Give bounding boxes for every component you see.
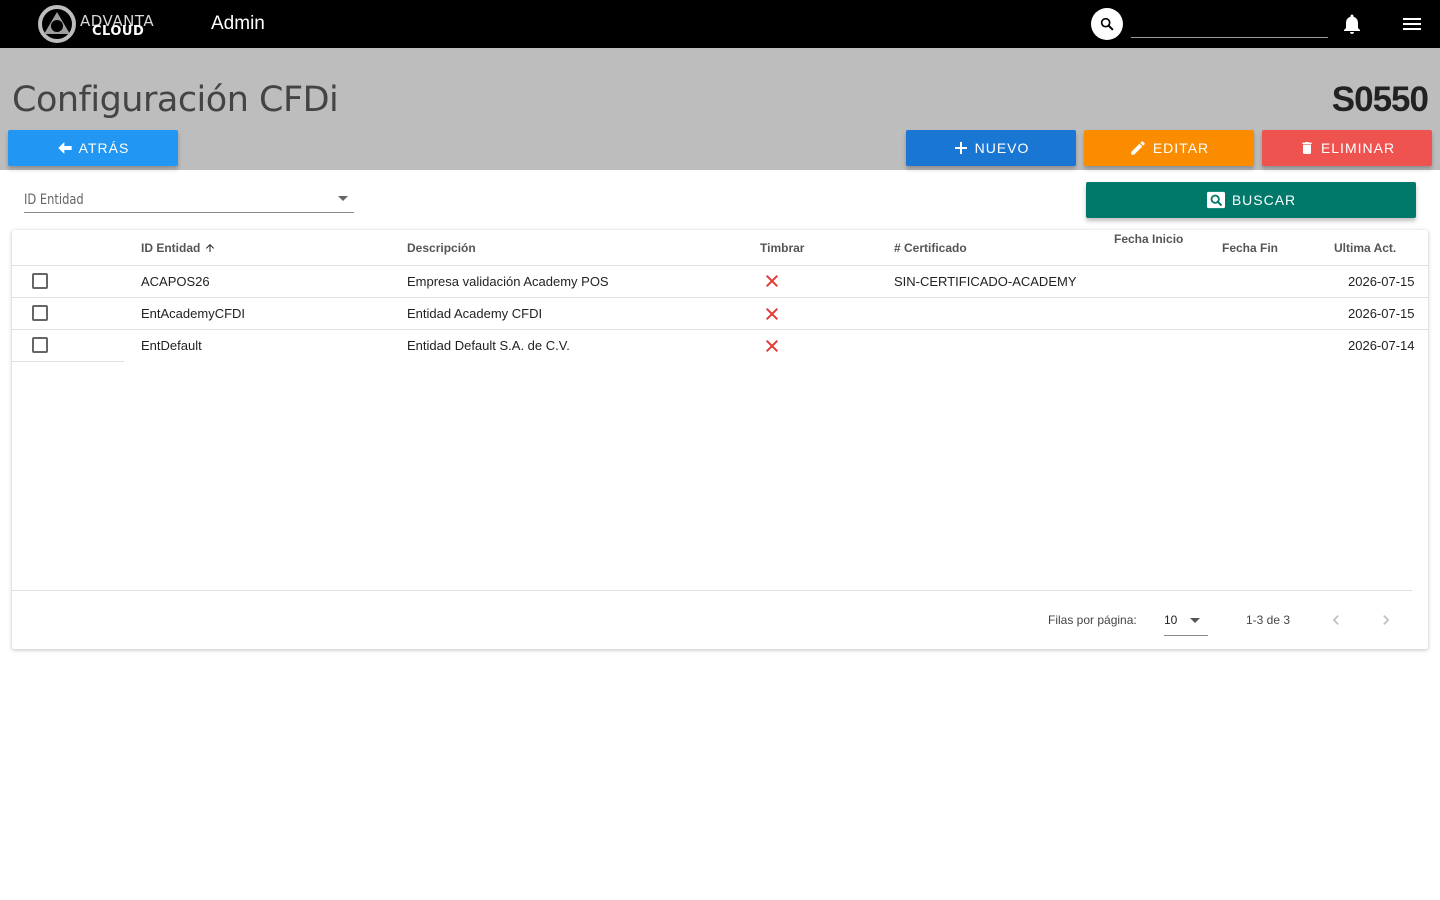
menu-icon[interactable] (1400, 12, 1424, 36)
column-header-label: ID Entidad (141, 241, 201, 255)
page-title: Configuración CFDi (12, 80, 339, 120)
new-button[interactable]: NUEVO (906, 130, 1076, 166)
cell-descripcion: Entidad Default S.A. de C.V. (407, 338, 570, 353)
row-checkbox[interactable] (32, 273, 48, 289)
global-search-input[interactable] (1131, 10, 1328, 38)
rows-per-page-label: Filas por página: (1048, 613, 1137, 627)
cell-descripcion: Entidad Academy CFDI (407, 306, 543, 321)
advanta-logo-icon (38, 5, 76, 43)
column-header-timbrar[interactable]: Timbrar (760, 241, 804, 255)
screen-code: S0550 (1331, 80, 1429, 119)
cell-certificado: SIN-CERTIFICADO-ACADEMY (894, 274, 1077, 289)
cell-descripcion: Empresa validación Academy POS (407, 274, 609, 289)
pencil-icon (1131, 141, 1145, 155)
plus-icon (954, 142, 967, 154)
edit-button-label: EDITAR (1152, 140, 1210, 156)
row-checkbox[interactable] (32, 305, 48, 321)
cell-id-entidad: EntAcademyCFDI (141, 306, 246, 321)
advanta-logo[interactable]: ADVANTA CLOUD (36, 4, 160, 44)
data-table: ID Entidad Descripción Timbrar # Certifi… (12, 230, 1428, 649)
trash-icon (1302, 142, 1312, 154)
column-header-ultima-act[interactable]: Ultima Act. (1334, 241, 1396, 255)
column-header-certificado[interactable]: # Certificado (894, 241, 967, 255)
rows-per-page-value: 10 (1164, 613, 1178, 627)
chevron-left-icon[interactable] (1326, 610, 1346, 630)
edit-button[interactable]: EDITAR (1084, 130, 1254, 166)
chevron-right-icon[interactable] (1376, 610, 1396, 630)
arrow-left-icon (58, 142, 72, 154)
top-app-bar: ADVANTA CLOUD Admin (0, 0, 1440, 48)
delete-button[interactable]: ELIMINAR (1262, 130, 1432, 166)
filter-label: ID Entidad (24, 192, 84, 208)
row-divider (12, 297, 1428, 298)
section-title: Admin (211, 13, 265, 34)
delete-button-label: ELIMINAR (1320, 140, 1396, 156)
new-button-label: NUEVO (974, 140, 1030, 156)
column-header-id-entidad[interactable]: ID Entidad (141, 241, 216, 255)
header-divider (12, 265, 1428, 266)
search-icon (1100, 17, 1114, 31)
column-header-fecha-inicio[interactable]: Fecha Inicio (1114, 232, 1183, 246)
cell-ultima-act: 2026-07-14 (1348, 338, 1415, 353)
cell-id-entidad: ACAPOS26 (141, 274, 210, 289)
column-header-descripcion[interactable]: Descripción (407, 241, 476, 255)
row-divider (12, 361, 124, 362)
search-button[interactable] (1091, 8, 1123, 40)
bell-icon[interactable] (1340, 12, 1364, 36)
sort-ascending-icon (205, 244, 214, 252)
chevron-down-icon (1190, 618, 1200, 623)
footer-divider (12, 590, 1412, 591)
close-icon (765, 307, 779, 321)
rows-per-page-select[interactable]: 10 (1164, 608, 1208, 636)
search-box-icon (1206, 191, 1225, 209)
back-button[interactable]: ATRÁS (8, 130, 178, 166)
close-icon (765, 274, 779, 288)
logo-text-line2: CLOUD (92, 24, 145, 39)
row-checkbox[interactable] (32, 337, 48, 353)
row-divider (12, 329, 1428, 330)
close-icon (765, 339, 779, 353)
buscar-button-label: BUSCAR (1231, 192, 1297, 208)
column-header-fecha-fin[interactable]: Fecha Fin (1222, 241, 1278, 255)
buscar-button[interactable]: BUSCAR (1086, 182, 1416, 218)
back-button-label: ATRÁS (78, 140, 130, 156)
chevron-down-icon (338, 196, 348, 201)
pagination-range: 1-3 de 3 (1246, 613, 1291, 627)
cell-ultima-act: 2026-07-15 (1348, 274, 1415, 289)
cell-id-entidad: EntDefault (141, 338, 202, 353)
id-entidad-filter-select[interactable]: ID Entidad (24, 186, 354, 213)
cell-ultima-act: 2026-07-15 (1348, 306, 1415, 321)
